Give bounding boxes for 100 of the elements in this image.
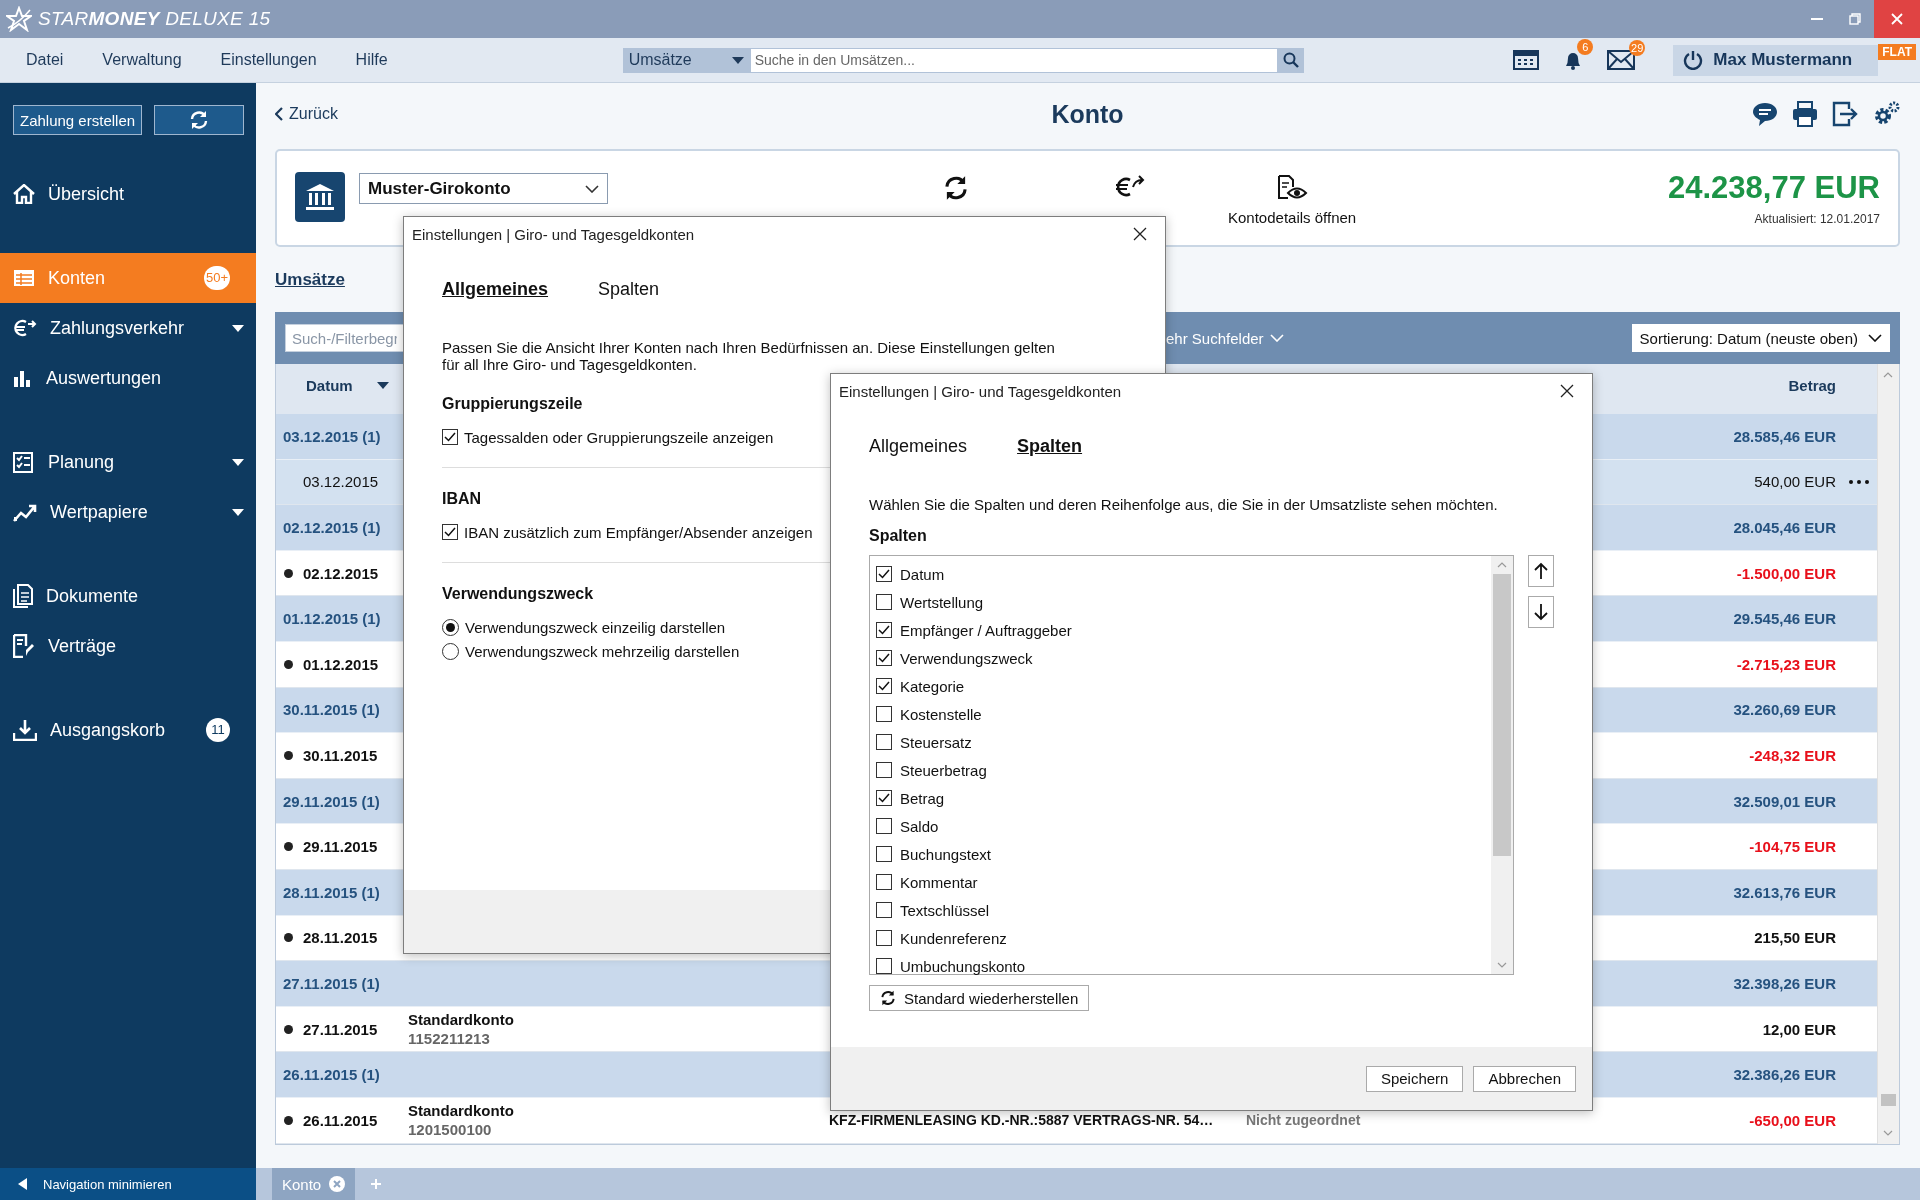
envelope-icon [1607,50,1636,70]
daily-balance: 32.613,76 EUR [1732,883,1836,901]
euro-arrows-icon [13,318,37,338]
option-label: Verwendungszweck einzeilig darstellen [465,618,726,636]
column-label: Textschlüssel [900,901,990,919]
dialog-tab[interactable]: Allgemeines [442,277,549,301]
nav-item[interactable]: Dokumente [0,571,256,621]
dialog-tab[interactable]: Spalten [1017,434,1083,458]
checkbox[interactable] [442,524,458,540]
search-scope-dropdown[interactable]: Umsätze [622,47,750,73]
checkbox[interactable] [876,734,892,750]
house-icon [13,184,35,204]
export-button[interactable] [1832,101,1858,127]
checkmark-icon [878,625,890,635]
menu-item[interactable]: Verwaltung [102,47,182,73]
search-icon [1282,52,1299,68]
printer-icon [1792,101,1818,127]
menu-item[interactable]: Datei [26,47,64,73]
view-tab[interactable]: Umsätze [275,269,345,290]
move-up-button[interactable] [1528,555,1554,587]
checkbox[interactable] [876,818,892,834]
column-label: Wertstellung [900,593,984,611]
user-button[interactable]: Max Mustermann [1673,44,1879,76]
option-label: IBAN zusätzlich zum Empfänger/Absender anzeigen [464,523,813,541]
dialog-tab[interactable]: Spalten [598,277,660,301]
create-payment-button[interactable]: Zahlung erstellen [13,105,143,135]
sort-dropdown[interactable]: Sortierung: Datum (neuste oben) [1631,324,1890,352]
back-link[interactable]: Zurück [275,105,338,123]
nav-item[interactable]: Verträge [0,621,256,671]
more-search-fields-link[interactable]: ehr Suchfelder [1166,329,1284,347]
account-name: Standardkonto [408,1102,515,1120]
account-details-button[interactable]: Kontodetails öffnen [1228,175,1357,226]
checkbox[interactable] [876,874,892,890]
unread-dot-icon [284,933,293,943]
search-button[interactable] [1277,47,1304,73]
nav-item[interactable]: Ausgangskorb 11 [0,705,256,755]
checkbox[interactable] [876,930,892,946]
daily-balance: 32.398,26 EUR [1732,974,1836,992]
sync-icon [942,175,969,201]
minimize-navigation-button[interactable]: Navigation minimieren [0,1168,256,1200]
page-title: Konto [1051,99,1124,129]
checkbox[interactable] [876,846,892,862]
transaction-date: 29.11.2015 [303,838,378,856]
column-label: Umbuchungskonto [900,957,1026,975]
checkbox[interactable] [876,678,892,694]
group-date: 02.12.2015 (1) [282,519,382,536]
checkbox[interactable] [876,706,892,722]
calendar-button[interactable] [1513,50,1540,70]
refresh-button[interactable] [154,105,245,135]
messages-button[interactable] [1607,50,1636,70]
account-dropdown[interactable]: Muster-Girokonto [359,173,608,204]
print-button[interactable] [1792,101,1818,127]
section-heading: Gruppierungszeile [442,395,583,413]
account-number: 1152211213 [408,1030,491,1047]
ellipsis-icon [1848,479,1869,484]
checkbox[interactable] [442,429,458,445]
restore-defaults-button[interactable]: Standard wiederherstellen [869,985,1090,1011]
column-label: Empfänger / Auftraggeber [900,621,1072,639]
radio-button[interactable] [442,642,459,660]
radio-button[interactable] [442,618,459,636]
menu-item[interactable]: Einstellungen [220,47,317,73]
dialog-description: Passen Sie die Ansicht Ihrer Konten nach Ihren Bedürfnissen an. Diese Einstellungen gelten für all Ihre Giro- und Tagesgeldkonten. [442,339,1056,373]
search-field[interactable]: Suche in den Umsätzen... [749,47,1278,73]
checkbox[interactable] [876,594,892,610]
scroll-down-icon [1497,962,1507,968]
dialog-button[interactable]: Abbrechen [1473,1065,1576,1092]
transaction-amount: -1.500,00 EUR [1736,564,1836,582]
checkbox[interactable] [876,902,892,918]
dialog-tab[interactable]: Allgemeines [869,434,968,458]
dialog-button[interactable]: Speichern [1365,1065,1464,1092]
menu-item[interactable]: Hilfe [355,47,388,73]
star-logo-icon [6,6,32,32]
nav-item[interactable]: Auswertungen [0,353,256,403]
scroll-down-icon [1883,1129,1893,1136]
chevron-down-icon [1269,334,1284,342]
count-badge: 11 [206,718,230,742]
checkbox[interactable] [876,762,892,778]
nav-item[interactable]: Übersicht [0,169,256,219]
column-header[interactable]: Datum [276,377,408,394]
checklist-icon [13,451,35,473]
checkmark-icon [878,653,890,663]
document-icon [13,584,33,608]
checkbox[interactable] [876,790,892,806]
column-header[interactable]: Betrag [1636,377,1836,394]
nav-item[interactable]: Zahlungsverkehr [0,303,256,353]
move-down-button[interactable] [1528,596,1554,628]
speech-bubble-icon [1752,101,1778,127]
column-label: Kostenstelle [900,705,982,723]
nav-item[interactable]: Planung [0,437,256,487]
transaction-amount: -104,75 EUR [1749,838,1836,856]
settings-button[interactable] [1872,101,1900,127]
export-icon [1832,101,1858,127]
checkbox[interactable] [876,650,892,666]
triangle-left-icon [18,1178,27,1190]
checkbox[interactable] [876,566,892,582]
nav-item[interactable]: Wertpapiere [0,487,256,537]
dialog-title: Einstellungen | Giro- und Tagesgeldkonten [412,225,696,243]
checkbox[interactable] [876,622,892,638]
comment-button[interactable] [1752,101,1778,127]
checkbox[interactable] [876,958,892,974]
